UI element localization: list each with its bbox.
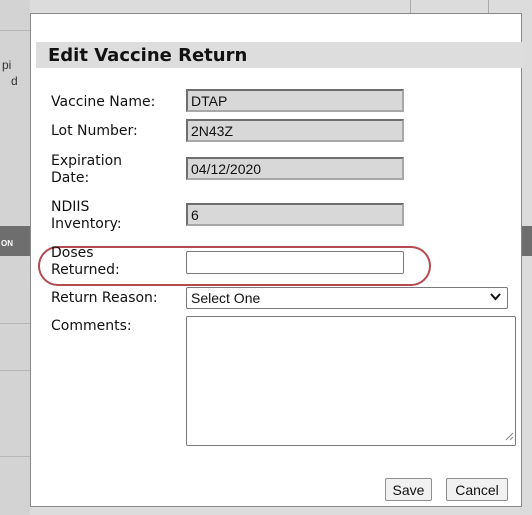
background-divider xyxy=(410,0,411,13)
background-header-text: ON xyxy=(1,239,13,248)
lot-number-field: 2N43Z xyxy=(186,119,404,142)
dialog-title: Edit Vaccine Return xyxy=(48,45,248,66)
doses-returned-label-line2: Returned: xyxy=(51,262,120,278)
return-reason-label: Return Reason: xyxy=(51,290,158,306)
background-divider xyxy=(488,0,489,13)
return-reason-selected-value: Select One xyxy=(191,290,261,306)
comments-textarea[interactable] xyxy=(186,316,516,446)
doses-returned-label-line1: Doses xyxy=(51,245,94,261)
vaccine-name-label: Vaccine Name: xyxy=(51,94,156,110)
cancel-button[interactable]: Cancel xyxy=(446,478,508,501)
dialog-title-bar: Edit Vaccine Return xyxy=(36,42,522,68)
background-divider xyxy=(0,370,30,371)
background-text-fragment: pi d xyxy=(2,57,18,89)
vaccine-name-field: DTAP xyxy=(186,89,404,112)
save-button[interactable]: Save xyxy=(385,478,432,501)
chevron-down-icon xyxy=(490,290,501,304)
expiration-date-field: 04/12/2020 xyxy=(186,157,404,180)
background-divider xyxy=(0,323,30,324)
comments-label: Comments: xyxy=(51,318,132,334)
ndiis-inventory-label-line1: NDIIS xyxy=(51,199,90,215)
lot-number-label: Lot Number: xyxy=(51,123,138,139)
background-divider xyxy=(0,456,30,457)
return-reason-select[interactable]: Select One xyxy=(186,287,508,309)
ndiis-inventory-label: NDIIS Inventory: xyxy=(51,199,122,233)
background-text-line: pi xyxy=(2,58,12,72)
doses-returned-label: Doses Returned: xyxy=(51,245,120,279)
expiration-date-label-line2: Date: xyxy=(51,170,90,186)
expiration-date-label-line1: Expiration xyxy=(51,153,123,169)
background-divider xyxy=(0,30,30,31)
expiration-date-label: Expiration Date: xyxy=(51,153,122,187)
ndiis-inventory-label-line2: Inventory: xyxy=(51,216,122,232)
ndiis-inventory-field: 6 xyxy=(186,203,404,226)
resize-grip-icon[interactable] xyxy=(505,432,514,444)
doses-returned-input[interactable] xyxy=(186,251,404,274)
background-text-line: d xyxy=(11,74,18,88)
